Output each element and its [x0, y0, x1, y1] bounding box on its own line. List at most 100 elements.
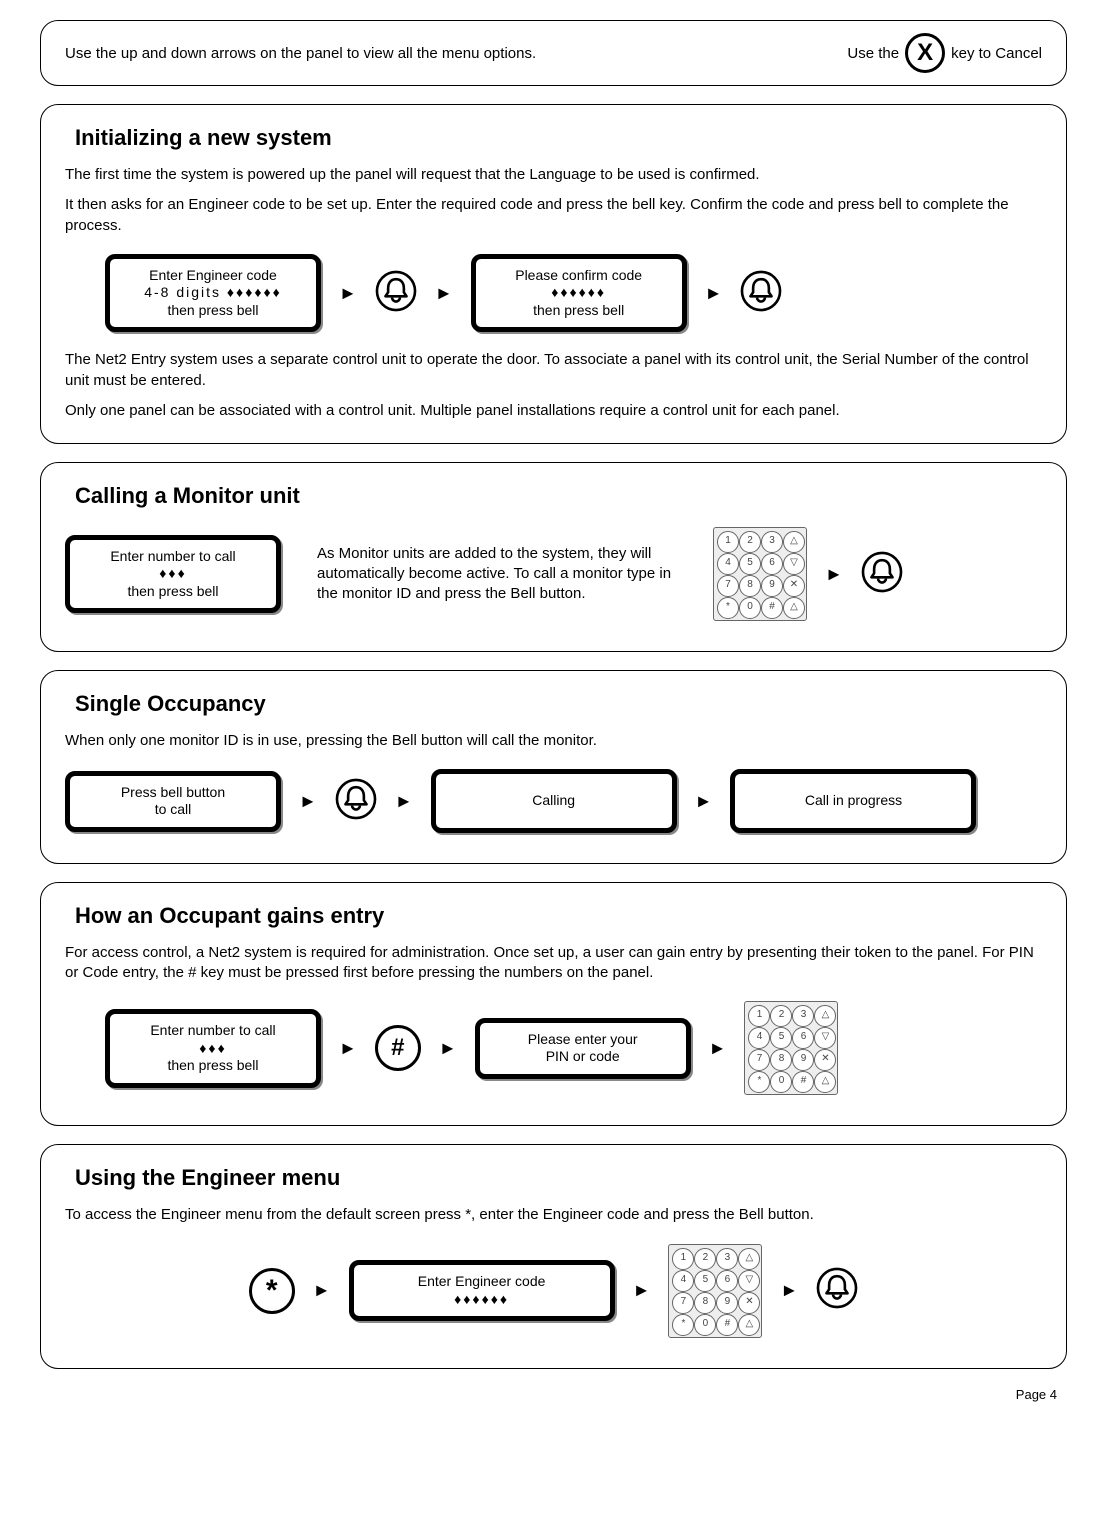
keypad-key: #	[716, 1314, 738, 1336]
keypad-key: ▽	[783, 553, 805, 575]
arrow-icon: ►	[709, 1038, 727, 1059]
keypad-key: 4	[717, 553, 739, 575]
flow-diagram: Enter number to call ♦♦♦ then press bell…	[105, 1001, 1042, 1095]
star-key-icon: *	[249, 1268, 295, 1314]
keypad-key: 6	[716, 1270, 738, 1292]
arrow-icon: ►	[695, 791, 713, 812]
keypad-key: 5	[694, 1270, 716, 1292]
bell-icon	[816, 1267, 858, 1314]
keypad-key: ✕	[783, 575, 805, 597]
arrow-icon: ►	[825, 564, 843, 585]
paragraph: The Net2 Entry system uses a separate co…	[65, 350, 1042, 391]
hint-left: Use the up and down arrows on the panel …	[65, 45, 536, 62]
arrow-icon: ►	[780, 1280, 798, 1301]
keypad-key: 4	[672, 1270, 694, 1292]
keypad-icon: 123△456▽789✕*0#△	[668, 1244, 762, 1338]
flow-diagram: Enter Engineer code 4-8 digits ♦♦♦♦♦♦ th…	[105, 254, 1042, 333]
section-title: Initializing a new system	[75, 125, 1042, 151]
keypad-key: 6	[792, 1027, 814, 1049]
keypad-key: #	[761, 597, 783, 619]
lcd-screen: Please enter your PIN or code	[475, 1018, 691, 1079]
bell-icon	[740, 270, 782, 317]
keypad-key: 5	[739, 553, 761, 575]
keypad-key: 2	[770, 1005, 792, 1027]
keypad-key: ✕	[814, 1049, 836, 1071]
keypad-key: 2	[739, 531, 761, 553]
bell-icon	[861, 551, 903, 598]
keypad-key: 1	[748, 1005, 770, 1027]
keypad-key: 3	[716, 1248, 738, 1270]
keypad-key: *	[672, 1314, 694, 1336]
lcd-screen: Calling	[431, 769, 677, 833]
arrow-icon: ►	[299, 791, 317, 812]
flow-diagram: * ► Enter Engineer code ♦♦♦♦♦♦ ► 123△ 456…	[65, 1244, 1042, 1338]
keypad-key: 3	[792, 1005, 814, 1027]
arrow-icon: ►	[435, 283, 453, 304]
keypad-icon: 123△456▽789✕*0#△	[713, 527, 807, 621]
keypad-key: 0	[770, 1071, 792, 1093]
section-calling-monitor: Calling a Monitor unit Enter number to c…	[40, 462, 1067, 652]
section-title: Single Occupancy	[75, 691, 1042, 717]
keypad-key: 1	[672, 1248, 694, 1270]
keypad-key: 7	[717, 575, 739, 597]
section-single-occupancy: Single Occupancy When only one monitor I…	[40, 670, 1067, 864]
keypad-icon: 123△456▽789✕*0#△	[744, 1001, 838, 1095]
section-title: Using the Engineer menu	[75, 1165, 1042, 1191]
keypad-key: ▽	[814, 1027, 836, 1049]
paragraph: For access control, a Net2 system is req…	[65, 943, 1042, 984]
lcd-screen: Please confirm code ♦♦♦♦♦♦ then press be…	[471, 254, 687, 333]
keypad-key: 1	[717, 531, 739, 553]
arrow-icon: ►	[705, 283, 723, 304]
keypad-key: 9	[716, 1292, 738, 1314]
keypad-key: *	[717, 597, 739, 619]
paragraph: It then asks for an Engineer code to be …	[65, 195, 1042, 236]
keypad-key: 9	[792, 1049, 814, 1071]
keypad-key: 5	[770, 1027, 792, 1049]
hash-key-icon: #	[375, 1025, 421, 1071]
keypad-key: 2	[694, 1248, 716, 1270]
bell-icon	[375, 270, 417, 317]
keypad-key: ✕	[738, 1292, 760, 1314]
top-hint-panel: Use the up and down arrows on the panel …	[40, 20, 1067, 86]
keypad-key: △	[738, 1248, 760, 1270]
keypad-key: 8	[694, 1292, 716, 1314]
lcd-screen: Press bell button to call	[65, 771, 281, 832]
section-occupant-entry: How an Occupant gains entry For access c…	[40, 882, 1067, 1127]
keypad-key: 8	[770, 1049, 792, 1071]
flow-diagram: Enter number to call ♦♦♦ then press bell…	[65, 527, 1042, 621]
x-key-icon: X	[905, 33, 945, 73]
lcd-screen: Enter Engineer code 4-8 digits ♦♦♦♦♦♦ th…	[105, 254, 321, 333]
keypad-key: 7	[672, 1292, 694, 1314]
keypad-key: #	[792, 1071, 814, 1093]
keypad-key: 8	[739, 575, 761, 597]
paragraph: As Monitor units are added to the system…	[317, 544, 677, 605]
arrow-icon: ►	[633, 1280, 651, 1301]
page-number: Page 4	[40, 1387, 1067, 1402]
paragraph: When only one monitor ID is in use, pres…	[65, 731, 1042, 751]
section-initializing: Initializing a new system The first time…	[40, 104, 1067, 444]
keypad-key: △	[783, 597, 805, 619]
flow-diagram: Press bell button to call ► ► Calling ► …	[65, 769, 1042, 833]
lcd-screen: Enter number to call ♦♦♦ then press bell	[65, 535, 281, 614]
arrow-icon: ►	[313, 1280, 331, 1301]
lcd-screen: Enter Engineer code ♦♦♦♦♦♦	[349, 1260, 615, 1321]
section-title: Calling a Monitor unit	[75, 483, 1042, 509]
keypad-key: 4	[748, 1027, 770, 1049]
paragraph: The first time the system is powered up …	[65, 165, 1042, 185]
lcd-screen: Call in progress	[730, 769, 976, 833]
bell-icon	[335, 778, 377, 825]
keypad-key: △	[814, 1005, 836, 1027]
keypad-key: △	[814, 1071, 836, 1093]
keypad-key: 0	[739, 597, 761, 619]
keypad-key: △	[783, 531, 805, 553]
section-title: How an Occupant gains entry	[75, 903, 1042, 929]
keypad-key: 0	[694, 1314, 716, 1336]
arrow-icon: ►	[339, 283, 357, 304]
keypad-key: *	[748, 1071, 770, 1093]
arrow-icon: ►	[395, 791, 413, 812]
arrow-icon: ►	[339, 1038, 357, 1059]
hint-right: Use the X key to Cancel	[847, 33, 1042, 73]
lcd-screen: Enter number to call ♦♦♦ then press bell	[105, 1009, 321, 1088]
keypad-key: 7	[748, 1049, 770, 1071]
section-engineer-menu: Using the Engineer menu To access the En…	[40, 1144, 1067, 1368]
